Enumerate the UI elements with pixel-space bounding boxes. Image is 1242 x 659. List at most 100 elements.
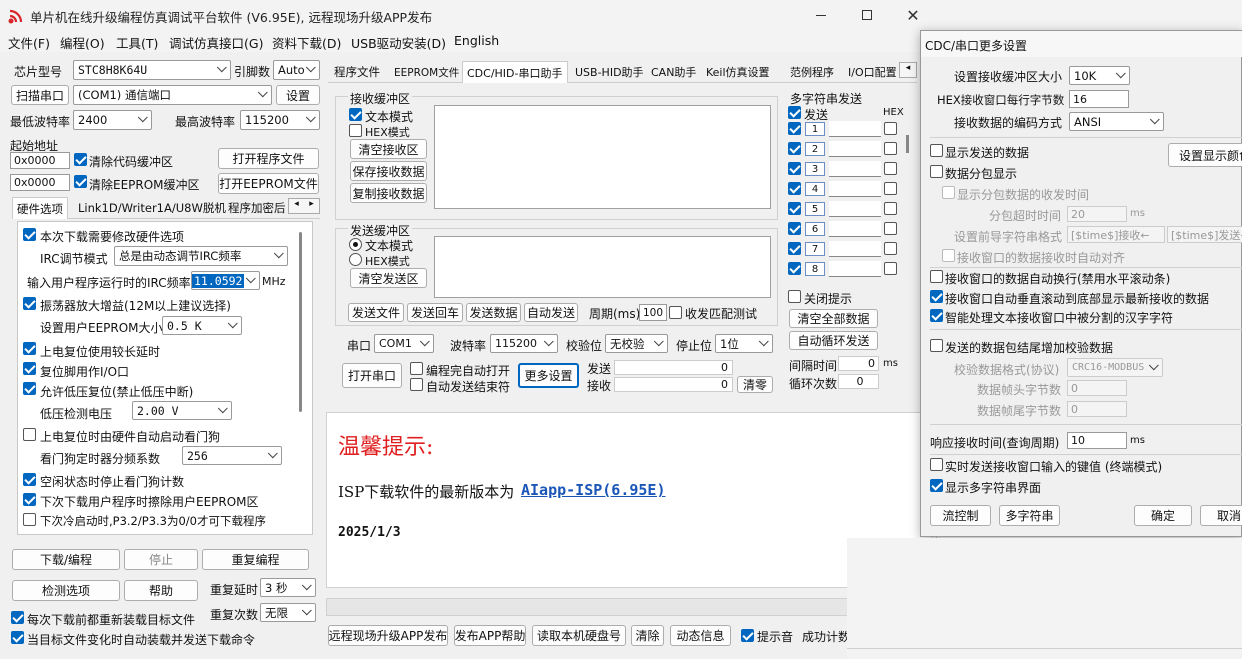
eeprom-size-select[interactable]: 0.5 K: [162, 316, 242, 335]
modify-hw-checkbox[interactable]: [23, 228, 36, 241]
prefix-recv-input[interactable]: [$time$]接收←: [1067, 226, 1165, 243]
realtime-checkbox[interactable]: [930, 458, 943, 471]
auto-send-button[interactable]: 自动发送: [524, 303, 578, 322]
recv-hex-mode-checkbox[interactable]: [349, 124, 362, 137]
menu-download[interactable]: 资料下载(D): [272, 33, 341, 52]
lvd-select[interactable]: 2.00 V: [132, 401, 232, 420]
parity-select[interactable]: 无校验: [605, 334, 668, 353]
hex-bytes-input[interactable]: 16: [1069, 90, 1129, 108]
hw-watchdog-checkbox[interactable]: [23, 428, 36, 441]
send-data-button[interactable]: 发送数据: [466, 303, 521, 322]
auto-open-checkbox[interactable]: [410, 362, 423, 375]
clear-eeprom-checkbox[interactable]: [74, 175, 87, 188]
packet-show-checkbox[interactable]: [930, 165, 943, 178]
read-disk-button[interactable]: 读取本机硬盘号: [532, 625, 626, 646]
auto-scroll-checkbox[interactable]: [930, 290, 943, 303]
tail-bytes-input[interactable]: 0: [1067, 401, 1127, 417]
menu-usb-driver[interactable]: USB驱动安装(D): [351, 33, 446, 52]
send-text-mode-radio[interactable]: [349, 238, 362, 251]
multi-string-input[interactable]: [829, 221, 881, 237]
send-textarea[interactable]: [434, 236, 771, 298]
more-settings-button[interactable]: 更多设置: [518, 363, 579, 388]
flow-control-button[interactable]: 流控制: [930, 505, 991, 526]
tab-examples[interactable]: 范例程序: [786, 61, 838, 83]
interval-input[interactable]: 0: [838, 356, 879, 371]
multi-scrollbar[interactable]: [906, 135, 909, 153]
multi-send-checkbox[interactable]: [788, 122, 801, 135]
arrow-right-icon[interactable]: ▸: [304, 199, 319, 213]
idle-stop-wdt-checkbox[interactable]: [23, 473, 36, 486]
tab-can[interactable]: CAN助手: [647, 61, 700, 83]
align-time-checkbox[interactable]: [942, 249, 955, 262]
tab-io-config[interactable]: I/O口配置: [844, 61, 901, 83]
multi-hex-checkbox[interactable]: [884, 242, 897, 255]
irc-mode-select[interactable]: 总是由动态调节IRC频率: [114, 246, 288, 266]
dynamic-info-button[interactable]: 动态信息: [670, 625, 731, 646]
tab-keil[interactable]: Keil仿真设置: [702, 61, 774, 83]
multi-send-index-button[interactable]: 3: [805, 162, 825, 176]
tab-hardware-options[interactable]: 硬件选项: [12, 197, 68, 219]
clear-all-data-button[interactable]: 清空全部数据: [789, 309, 878, 328]
close-button[interactable]: ✕: [890, 0, 936, 30]
multi-string-input[interactable]: [829, 121, 881, 137]
period-input[interactable]: 100: [639, 304, 667, 321]
arrow-left-icon[interactable]: ◂: [899, 62, 917, 78]
multi-string-input[interactable]: [829, 201, 881, 217]
multi-string-button[interactable]: 多字符串: [999, 505, 1060, 526]
sound-checkbox[interactable]: [741, 629, 754, 642]
open-eeprom-button[interactable]: 打开EEPROM文件: [218, 173, 319, 194]
open-program-button[interactable]: 打开程序文件: [218, 148, 319, 169]
clear-button[interactable]: 清除: [631, 625, 664, 646]
cold-start-checkbox[interactable]: [23, 513, 36, 526]
maximize-button[interactable]: [844, 0, 890, 30]
port-select[interactable]: (COM1) 通信端口: [73, 85, 272, 105]
encoding-select[interactable]: ANSI: [1069, 112, 1164, 131]
show-multi-checkbox[interactable]: [930, 479, 943, 492]
multi-hex-checkbox[interactable]: [884, 262, 897, 275]
tab-eeprom-file[interactable]: EEPROM文件: [390, 61, 463, 83]
reload-checkbox[interactable]: [11, 611, 24, 624]
multi-hex-checkbox[interactable]: [884, 182, 897, 195]
reset-io-checkbox[interactable]: [23, 362, 36, 375]
cancel-button[interactable]: 取消: [1200, 505, 1242, 526]
multi-send-index-button[interactable]: 4: [805, 182, 825, 196]
eeprom-address-input[interactable]: 0x0000: [10, 174, 70, 191]
multi-string-input[interactable]: [829, 261, 881, 277]
arrow-left-icon[interactable]: ◂: [289, 199, 304, 213]
prefix-send-input[interactable]: [$time$]发送→: [1167, 226, 1242, 243]
tab-offline[interactable]: Link1D/Writer1A/U8W脱机: [74, 197, 230, 219]
clear-count-button[interactable]: 清零: [737, 376, 773, 393]
minimize-button[interactable]: [798, 0, 844, 30]
download-button[interactable]: 下载/编程: [12, 549, 120, 570]
panel-scrollbar[interactable]: [299, 232, 302, 412]
clear-code-checkbox[interactable]: [74, 153, 87, 166]
multi-send-index-button[interactable]: 8: [805, 262, 825, 276]
multi-send-index-button[interactable]: 7: [805, 242, 825, 256]
tab-program-file[interactable]: 程序文件: [330, 61, 384, 83]
port-settings-button[interactable]: 设置: [276, 85, 320, 105]
show-time-checkbox[interactable]: [942, 186, 955, 199]
help-button[interactable]: 帮助: [124, 580, 198, 601]
multi-hex-checkbox[interactable]: [884, 142, 897, 155]
clear-send-button[interactable]: 清空发送区: [350, 268, 427, 288]
menu-debug[interactable]: 调试仿真接口(G): [169, 33, 263, 52]
add-check-checkbox[interactable]: [930, 339, 943, 352]
header-bytes-input[interactable]: 0: [1067, 380, 1127, 396]
publish-help-button[interactable]: 发布APP帮助: [454, 625, 526, 646]
show-sent-checkbox[interactable]: [930, 144, 943, 157]
auto-loop-button[interactable]: 自动循环发送: [789, 331, 878, 350]
min-baud-select[interactable]: 2400: [73, 110, 152, 130]
tab-serial-assistant[interactable]: CDC/HID-串口助手: [462, 61, 568, 83]
save-receive-button[interactable]: 保存接收数据: [350, 161, 427, 181]
ok-button[interactable]: 确定: [1134, 505, 1192, 526]
auto-wrap-checkbox[interactable]: [930, 270, 943, 283]
multi-string-input[interactable]: [829, 161, 881, 177]
code-address-input[interactable]: 0x0000: [10, 152, 70, 169]
multi-send-index-button[interactable]: 6: [805, 222, 825, 236]
reprogram-button[interactable]: 重复编程: [202, 549, 309, 570]
auto-send-cmd-checkbox[interactable]: [11, 631, 24, 644]
multi-string-input[interactable]: [829, 141, 881, 157]
scan-port-button[interactable]: 扫描串口: [11, 85, 69, 105]
multi-send-index-button[interactable]: 5: [805, 202, 825, 216]
multi-send-checkbox[interactable]: [788, 182, 801, 195]
